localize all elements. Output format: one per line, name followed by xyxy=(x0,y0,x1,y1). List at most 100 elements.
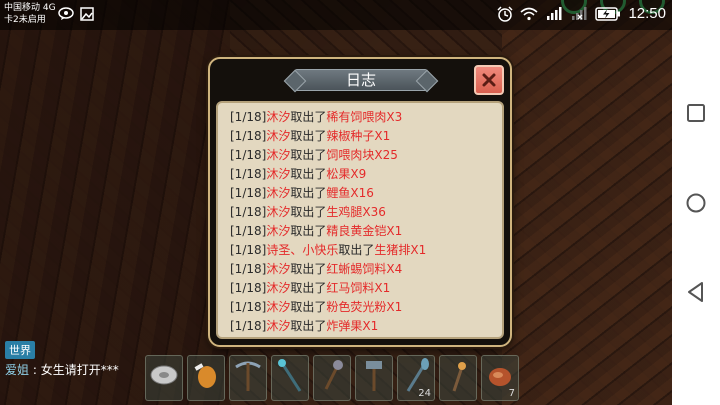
log-entry-actor: 沐汐 xyxy=(266,224,291,238)
pickaxe-icon xyxy=(232,357,264,399)
log-entry-date: [1/18] xyxy=(230,186,267,200)
log-entry-verb: 取出了 xyxy=(290,205,327,219)
hotbar-slot[interactable] xyxy=(187,355,225,401)
log-entry-date: [1/18] xyxy=(230,110,267,124)
log-entry-verb: 取出了 xyxy=(290,110,327,124)
log-entry-verb: 取出了 xyxy=(290,129,327,143)
slot-count: 7 xyxy=(508,388,515,399)
roast-meat-icon xyxy=(190,357,222,399)
log-entry-item: 鲤鱼X16 xyxy=(326,186,374,200)
recent-apps-button[interactable] xyxy=(684,101,708,125)
log-entry-verb: 取出了 xyxy=(290,148,327,162)
image-notification-icon xyxy=(80,7,94,21)
hotbar-slot[interactable] xyxy=(313,355,351,401)
log-entry-verb: 取出了 xyxy=(290,167,327,181)
square-icon xyxy=(687,104,705,122)
log-entry-actor: 沐汐 xyxy=(266,319,291,333)
log-entry-actor: 沐汐 xyxy=(266,205,291,219)
log-entry-item: 红蜥蜴饲料X4 xyxy=(326,262,403,276)
hotbar-slot[interactable] xyxy=(145,355,183,401)
log-entry-date: [1/18] xyxy=(230,167,267,181)
log-entry-actor: 沐汐 xyxy=(266,281,291,295)
hotbar-slot[interactable] xyxy=(271,355,309,401)
torch-icon xyxy=(442,357,474,399)
log-entry-item: 稀有饲喂肉X3 xyxy=(326,110,403,124)
log-entry-item: 辣椒种子X1 xyxy=(326,129,391,143)
log-entry: [1/18]沐汐取出了生鸡腿X36 xyxy=(230,203,502,222)
log-entry-verb: 取出了 xyxy=(290,262,327,276)
log-entry: [1/18]沐汐取出了饲喂肉块X25 xyxy=(230,146,502,165)
hotbar-slot[interactable] xyxy=(439,355,477,401)
log-entry-actor: 沐汐 xyxy=(266,186,291,200)
log-entry: [1/18]沐汐取出了松果X9 xyxy=(230,165,502,184)
log-entry-actor: 沐汐 xyxy=(266,262,291,276)
log-entry: [1/18]沐汐取出了鲤鱼X16 xyxy=(230,184,502,203)
chat-message: 爱姐 : 女生请打开*** xyxy=(5,361,145,378)
dialog-title: 日志 xyxy=(294,69,428,91)
carrier-line-2: 卡2未启用 xyxy=(4,15,46,25)
log-entry: [1/18]诗圣、小快乐取出了生猪排X1 xyxy=(230,241,502,260)
log-entry-verb: 取出了 xyxy=(338,243,375,257)
hotbar-slot[interactable]: 7 xyxy=(481,355,519,401)
log-entry-verb: 取出了 xyxy=(290,319,327,333)
notification-chat-icon xyxy=(58,7,74,21)
log-entry-item: 粉色荧光粉X1 xyxy=(326,300,403,314)
slot-count: 24 xyxy=(418,388,431,399)
hotbar-slot[interactable]: 24 xyxy=(397,355,435,401)
log-entry-item: 精良黄金铠X1 xyxy=(326,224,403,238)
log-entry-date: [1/18] xyxy=(230,205,267,219)
log-entry-actor: 沐汐 xyxy=(266,167,291,181)
log-entry-date: [1/18] xyxy=(230,262,267,276)
log-entry-date: [1/18] xyxy=(230,224,267,238)
home-button[interactable] xyxy=(684,191,708,215)
mace-icon xyxy=(316,357,348,399)
wifi-icon xyxy=(520,7,538,21)
log-entry-date: [1/18] xyxy=(230,129,267,143)
staff-icon xyxy=(274,357,306,399)
log-entry: [1/18]沐汐取出了粉色荧光粉X1 xyxy=(230,298,502,317)
log-entry-actor: 沐汐 xyxy=(266,148,291,162)
back-triangle-icon xyxy=(688,282,703,302)
log-entry: [1/18]沐汐取出了精良黄金铠X1 xyxy=(230,222,502,241)
log-entry-date: [1/18] xyxy=(230,148,267,162)
log-entry: [1/18]沐汐取出了炸弹果X1 xyxy=(230,317,502,336)
log-dialog: 日志 [1/18]沐汐取出了稀有饲喂肉X3 [1/18]沐汐取出了辣椒种子X1 [1… xyxy=(208,57,512,347)
log-entry: [1/18]沐汐取出了稀有饲喂肉X3 xyxy=(230,108,502,127)
clock-time: 12:50 xyxy=(628,5,666,22)
alarm-icon xyxy=(497,5,513,22)
close-button[interactable] xyxy=(474,65,504,95)
log-entry-verb: 取出了 xyxy=(290,224,327,238)
disc-item-icon xyxy=(148,357,180,399)
chat-box[interactable]: 世界 爱姐 : 女生请打开*** xyxy=(5,339,145,378)
status-bar: 中国移动 4G 卡2未启用 12:50 xyxy=(0,0,672,30)
close-icon xyxy=(482,73,496,87)
log-entry-actor: 沐汐 xyxy=(266,110,291,124)
back-button[interactable] xyxy=(684,280,708,304)
log-entry-verb: 取出了 xyxy=(290,186,327,200)
log-entry-item: 生鸡腿X36 xyxy=(326,205,386,219)
log-entry-actor: 沐汐 xyxy=(266,300,291,314)
log-entry: [1/18]沐汐取出了红马饲料X1 xyxy=(230,279,502,298)
log-entry: [1/18]沐汐取出了红蜥蜴饲料X4 xyxy=(230,260,502,279)
log-list[interactable]: [1/18]沐汐取出了稀有饲喂肉X3 [1/18]沐汐取出了辣椒种子X1 [1/18… xyxy=(216,101,504,339)
chat-sender[interactable]: 爱姐 xyxy=(5,363,29,377)
log-entry-date: [1/18] xyxy=(230,243,267,257)
log-entry-date: [1/18] xyxy=(230,319,267,333)
chat-channel-tag[interactable]: 世界 xyxy=(5,341,35,359)
log-entry-item: 生猪排X1 xyxy=(374,243,427,257)
hotbar-slot[interactable] xyxy=(355,355,393,401)
log-entry-date: [1/18] xyxy=(230,300,267,314)
hammer-icon xyxy=(358,357,390,399)
log-entry-item: 松果X9 xyxy=(326,167,367,181)
log-entry-date: [1/18] xyxy=(230,281,267,295)
hotbar-slot[interactable] xyxy=(229,355,267,401)
chat-text: 女生请打开*** xyxy=(40,363,119,377)
log-entry-item: 饲喂肉块X25 xyxy=(326,148,398,162)
hotbar: 24 7 xyxy=(145,355,519,401)
circle-icon xyxy=(686,193,706,213)
signal-no-sim-icon xyxy=(570,6,588,21)
battery-charging-icon xyxy=(595,6,621,21)
log-entry-item: 炸弹果X1 xyxy=(326,319,379,333)
log-entry-actor: 诗圣、小快乐 xyxy=(266,243,339,257)
android-nav-bar xyxy=(672,0,720,405)
